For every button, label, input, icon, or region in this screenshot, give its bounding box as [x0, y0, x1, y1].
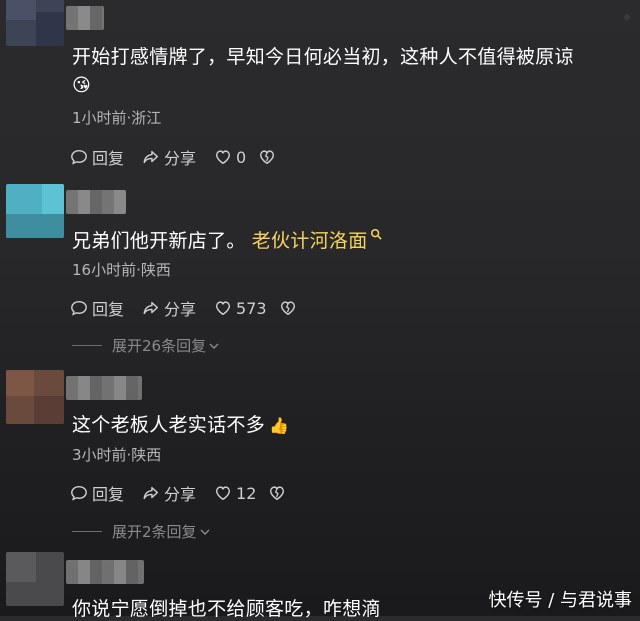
search-icon[interactable] [370, 228, 382, 240]
comment-meta: 3小时前·陕西 [72, 446, 162, 464]
chevron-down-icon [209, 343, 219, 349]
share-button[interactable]: 分享 [142, 296, 196, 320]
dislike-button[interactable] [258, 148, 280, 166]
comment-item: 开始打感情牌了，早知今日何必当初，这种人不值得被原谅 😘 1小时前·浙江 回复 … [0, 0, 640, 180]
avatar[interactable] [6, 370, 64, 424]
dislike-button[interactable] [268, 484, 290, 502]
like-button[interactable]: 573 [214, 299, 267, 318]
like-button[interactable]: 0 [214, 148, 246, 167]
username[interactable] [66, 560, 144, 584]
expand-replies-button[interactable]: 展开2条回复 [72, 521, 211, 542]
comment-meta: 16小时前·陕西 [72, 261, 171, 279]
comment-text: 这个老板人老实话不多 👍 [72, 414, 290, 436]
share-button[interactable]: 分享 [142, 145, 196, 169]
username[interactable] [66, 376, 142, 400]
heart-icon [216, 150, 231, 165]
reply-icon [71, 149, 87, 165]
broken-heart-icon [260, 150, 275, 165]
action-bar: 回复 分享 0 [70, 145, 298, 169]
username[interactable] [66, 190, 126, 214]
reply-button[interactable]: 回复 [70, 481, 124, 505]
avatar[interactable] [6, 184, 64, 238]
share-icon [143, 150, 159, 164]
reply-button[interactable]: 回复 [70, 145, 124, 169]
divider [72, 531, 102, 532]
comment-meta: 1小时前·浙江 [72, 109, 162, 127]
divider [72, 345, 102, 346]
watermark: 快传号 / 与君说事 [488, 590, 632, 611]
emoji: 😘 [72, 74, 92, 96]
more-dot [624, 14, 630, 20]
reply-icon [71, 300, 87, 316]
comment-item: 这个老板人老实话不多 👍 3小时前·陕西 回复 分享 12 展开2条回复 [0, 360, 640, 550]
expand-replies-button[interactable]: 展开26条回复 [72, 335, 220, 356]
comment-text: 你说宁愿倒掉也不给顾客吃，咋想滴 [72, 598, 381, 620]
share-icon [143, 486, 159, 500]
thumbs-up-icon: 👍 [269, 416, 290, 435]
dislike-button[interactable] [279, 299, 301, 317]
reply-button[interactable]: 回复 [70, 296, 124, 320]
share-icon [143, 301, 159, 315]
like-button[interactable]: 12 [214, 484, 256, 503]
action-bar: 回复 分享 12 [70, 481, 308, 505]
comment-text: 兄弟们他开新店了。 老伙计河洛面 [72, 226, 382, 253]
avatar[interactable] [6, 552, 64, 606]
comment-text: 开始打感情牌了，早知今日何必当初，这种人不值得被原谅 [72, 46, 574, 68]
broken-heart-icon [280, 301, 295, 316]
comment-item: 兄弟们他开新店了。 老伙计河洛面 16小时前·陕西 回复 分享 573 展开26条… [0, 180, 640, 360]
avatar[interactable] [6, 0, 64, 46]
username[interactable] [66, 6, 104, 30]
reply-icon [71, 485, 87, 501]
heart-icon [216, 301, 231, 316]
share-button[interactable]: 分享 [142, 481, 196, 505]
chevron-down-icon [200, 529, 210, 535]
broken-heart-icon [270, 486, 285, 501]
heart-icon [216, 486, 231, 501]
action-bar: 回复 分享 573 [70, 296, 319, 320]
shop-link[interactable]: 老伙计河洛面 [252, 230, 368, 252]
